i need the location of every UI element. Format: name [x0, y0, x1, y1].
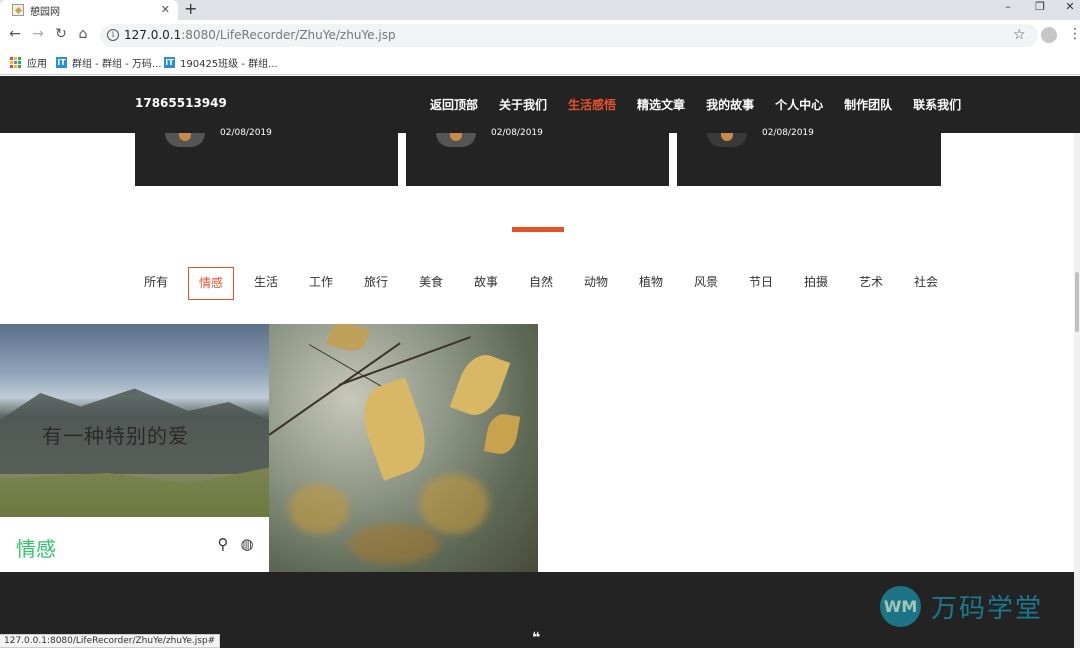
nav-featured-articles[interactable]: 精选文章	[637, 96, 685, 113]
filter-photography[interactable]: 拍摄	[793, 267, 839, 300]
restore-window-icon[interactable]: ❐	[1023, 0, 1057, 20]
article-card[interactable]	[135, 133, 398, 186]
filter-work[interactable]: 工作	[298, 267, 344, 300]
author-avatar	[707, 133, 747, 147]
author-avatar	[165, 133, 205, 147]
close-tab-icon[interactable]: ✕	[161, 3, 170, 16]
brand-logo: WM 万码学堂	[880, 586, 1043, 627]
caption-category: 情感	[16, 537, 56, 561]
portfolio-caption: 情感 ⚲ ◍	[0, 517, 269, 572]
site-navbar: 17865513949 返回顶部 关于我们 生活感悟 精选文章 我的故事 个人中…	[0, 76, 1080, 133]
forward-arrow-icon[interactable]: →	[29, 26, 47, 42]
close-window-icon[interactable]: ✕	[1053, 0, 1080, 20]
category-filters: 所有 情感 生活 工作 旅行 美食 故事 自然 动物 植物 风景 节日 拍摄 艺…	[133, 267, 958, 300]
reload-icon[interactable]: ↻	[52, 26, 70, 42]
filter-society[interactable]: 社会	[903, 267, 949, 300]
new-tab-button[interactable]: +	[184, 0, 197, 18]
home-icon[interactable]: ⌂	[74, 26, 92, 42]
article-card[interactable]	[406, 133, 669, 186]
browser-menu-icon[interactable]: ⋮	[1068, 26, 1080, 42]
nav-team[interactable]: 制作团队	[844, 96, 892, 113]
image-overlay-text: 有一种特别的爱	[42, 424, 189, 448]
card-date: 02/08/2019	[491, 128, 543, 138]
filter-life[interactable]: 生活	[243, 267, 289, 300]
browser-tab[interactable]: 憩园网 ✕	[0, 0, 178, 20]
article-card[interactable]	[677, 133, 941, 186]
filter-nature[interactable]: 自然	[518, 267, 564, 300]
nav-contact-us[interactable]: 联系我们	[913, 96, 961, 113]
apps-grid-icon	[10, 56, 21, 68]
filter-emotion[interactable]: 情感	[188, 267, 234, 300]
nav-back-to-top[interactable]: 返回顶部	[430, 96, 478, 113]
section-divider	[512, 227, 564, 232]
card-date: 02/08/2019	[762, 128, 814, 138]
bookmark-star-icon[interactable]: ☆	[1013, 27, 1026, 43]
filter-travel[interactable]: 旅行	[353, 267, 399, 300]
bookmark-apps[interactable]: 应用	[10, 55, 47, 70]
profile-avatar-icon[interactable]	[1041, 27, 1057, 43]
site-favicon-icon	[12, 4, 24, 16]
filter-holidays[interactable]: 节日	[738, 267, 784, 300]
browser-tab-bar: 憩园网 ✕ + – ❐ ✕	[0, 0, 1080, 20]
url-input[interactable]: 127.0.0.1:8080/LifeRecorder/ZhuYe/zhuYe.…	[100, 24, 1038, 47]
bookmark-group-2[interactable]: IT 190425班级 - 群组...	[164, 55, 278, 70]
filter-plants[interactable]: 植物	[628, 267, 674, 300]
page-scrollbar[interactable]	[1074, 76, 1080, 648]
author-avatar	[436, 133, 476, 147]
portfolio-grid: 有一种特别的爱 情感 ⚲ ◍	[0, 324, 538, 572]
filter-story[interactable]: 故事	[463, 267, 509, 300]
filter-food[interactable]: 美食	[408, 267, 454, 300]
main-menu: 返回顶部 关于我们 生活感悟 精选文章 我的故事 个人中心 制作团队 联系我们	[430, 96, 982, 113]
portfolio-image-mountains[interactable]: 有一种特别的爱	[0, 324, 269, 517]
back-arrow-icon[interactable]: ←	[6, 26, 24, 42]
globe-icon[interactable]: ◍	[238, 535, 256, 553]
filter-art[interactable]: 艺术	[848, 267, 894, 300]
nav-my-story[interactable]: 我的故事	[706, 96, 754, 113]
nav-personal-center[interactable]: 个人中心	[775, 96, 823, 113]
filter-scenery[interactable]: 风景	[683, 267, 729, 300]
site-info-icon[interactable]: i	[107, 29, 119, 41]
filter-all[interactable]: 所有	[133, 267, 179, 300]
card-date: 02/08/2019	[220, 128, 272, 138]
logo-mark-icon: WM	[880, 586, 921, 627]
contact-phone: 17865513949	[135, 96, 227, 110]
group-site-icon: IT	[164, 56, 175, 68]
logo-text: 万码学堂	[931, 594, 1044, 624]
tab-title: 憩园网	[30, 6, 60, 18]
status-bar-url: 127.0.0.1:8080/LifeRecorder/ZhuYe/zhuYe.…	[0, 634, 221, 648]
group-site-icon: IT	[56, 56, 67, 68]
search-icon[interactable]: ⚲	[214, 535, 232, 553]
portfolio-image-leaves[interactable]	[269, 324, 538, 572]
quote-icon: ❝	[532, 630, 541, 646]
bookmarks-bar: 应用 IT 群组 - 群组 - 万码... IT 190425班级 - 群组..…	[0, 50, 1080, 75]
nav-about-us[interactable]: 关于我们	[499, 96, 547, 113]
minimize-window-icon[interactable]: –	[991, 0, 1025, 20]
nav-life-insights[interactable]: 生活感悟	[568, 96, 616, 113]
page-content: 17865513949 返回顶部 关于我们 生活感悟 精选文章 我的故事 个人中…	[0, 76, 1080, 648]
filter-animals[interactable]: 动物	[573, 267, 619, 300]
scrollbar-thumb[interactable]	[1075, 272, 1079, 332]
bookmark-group-1[interactable]: IT 群组 - 群组 - 万码...	[56, 55, 161, 70]
